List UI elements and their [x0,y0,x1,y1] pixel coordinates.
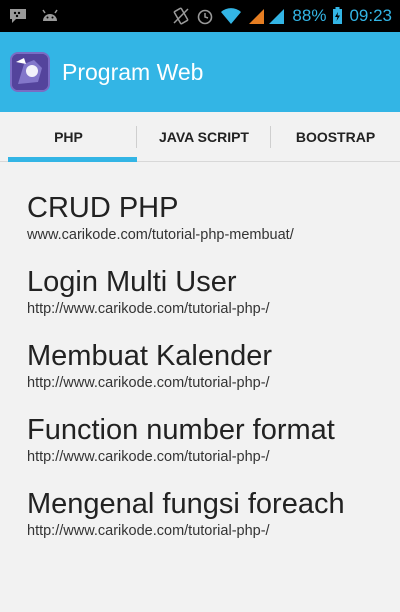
list-item[interactable]: Membuat Kalender http://www.carikode.com… [0,338,400,392]
list-item[interactable]: CRUD PHP www.carikode.com/tutorial-php-m… [0,190,400,244]
tab-java-script[interactable]: JAVA SCRIPT [137,112,271,161]
item-url: www.carikode.com/tutorial-php-membuat/ [27,227,294,243]
tab-bar: PHP JAVA SCRIPT BOOSTRAP [0,112,400,162]
action-bar: Program Web [0,32,400,112]
clock-time: 09:23 [349,6,392,25]
tab-boostrap[interactable]: BOOSTRAP [271,112,400,161]
android-icon [40,8,60,24]
vibrate-icon [172,7,190,25]
tab-label: PHP [54,128,83,145]
app-icon[interactable] [10,52,50,92]
bbm-icon [8,8,28,24]
item-title: Mengenal fungsi foreach [27,488,345,520]
item-title: Membuat Kalender [27,340,273,372]
alarm-icon [196,7,214,25]
item-title: Function number format [27,414,335,446]
status-bar: 88% 09:23 [0,0,400,32]
battery-icon [332,7,343,25]
tab-label: BOOSTRAP [295,128,376,145]
item-title: Login Multi User [27,266,237,298]
item-url: http://www.carikode.com/tutorial-php-/ [27,301,270,317]
signal-icon [248,7,286,25]
item-url: http://www.carikode.com/tutorial-php-/ [27,523,270,539]
app-title: Program Web [62,58,204,85]
item-url: http://www.carikode.com/tutorial-php-/ [27,449,270,465]
tab-label: JAVA SCRIPT [159,128,249,145]
list-item[interactable]: Login Multi User http://www.carikode.com… [0,264,400,318]
wifi-icon [220,7,242,25]
tab-php[interactable]: PHP [0,112,137,162]
list-item[interactable]: Mengenal fungsi foreach http://www.carik… [0,486,400,540]
item-url: http://www.carikode.com/tutorial-php-/ [27,375,270,391]
tutorial-list: CRUD PHP www.carikode.com/tutorial-php-m… [0,162,400,540]
battery-percent: 88% [292,6,327,25]
list-item[interactable]: Function number format http://www.cariko… [0,412,400,466]
item-title: CRUD PHP [27,192,179,224]
